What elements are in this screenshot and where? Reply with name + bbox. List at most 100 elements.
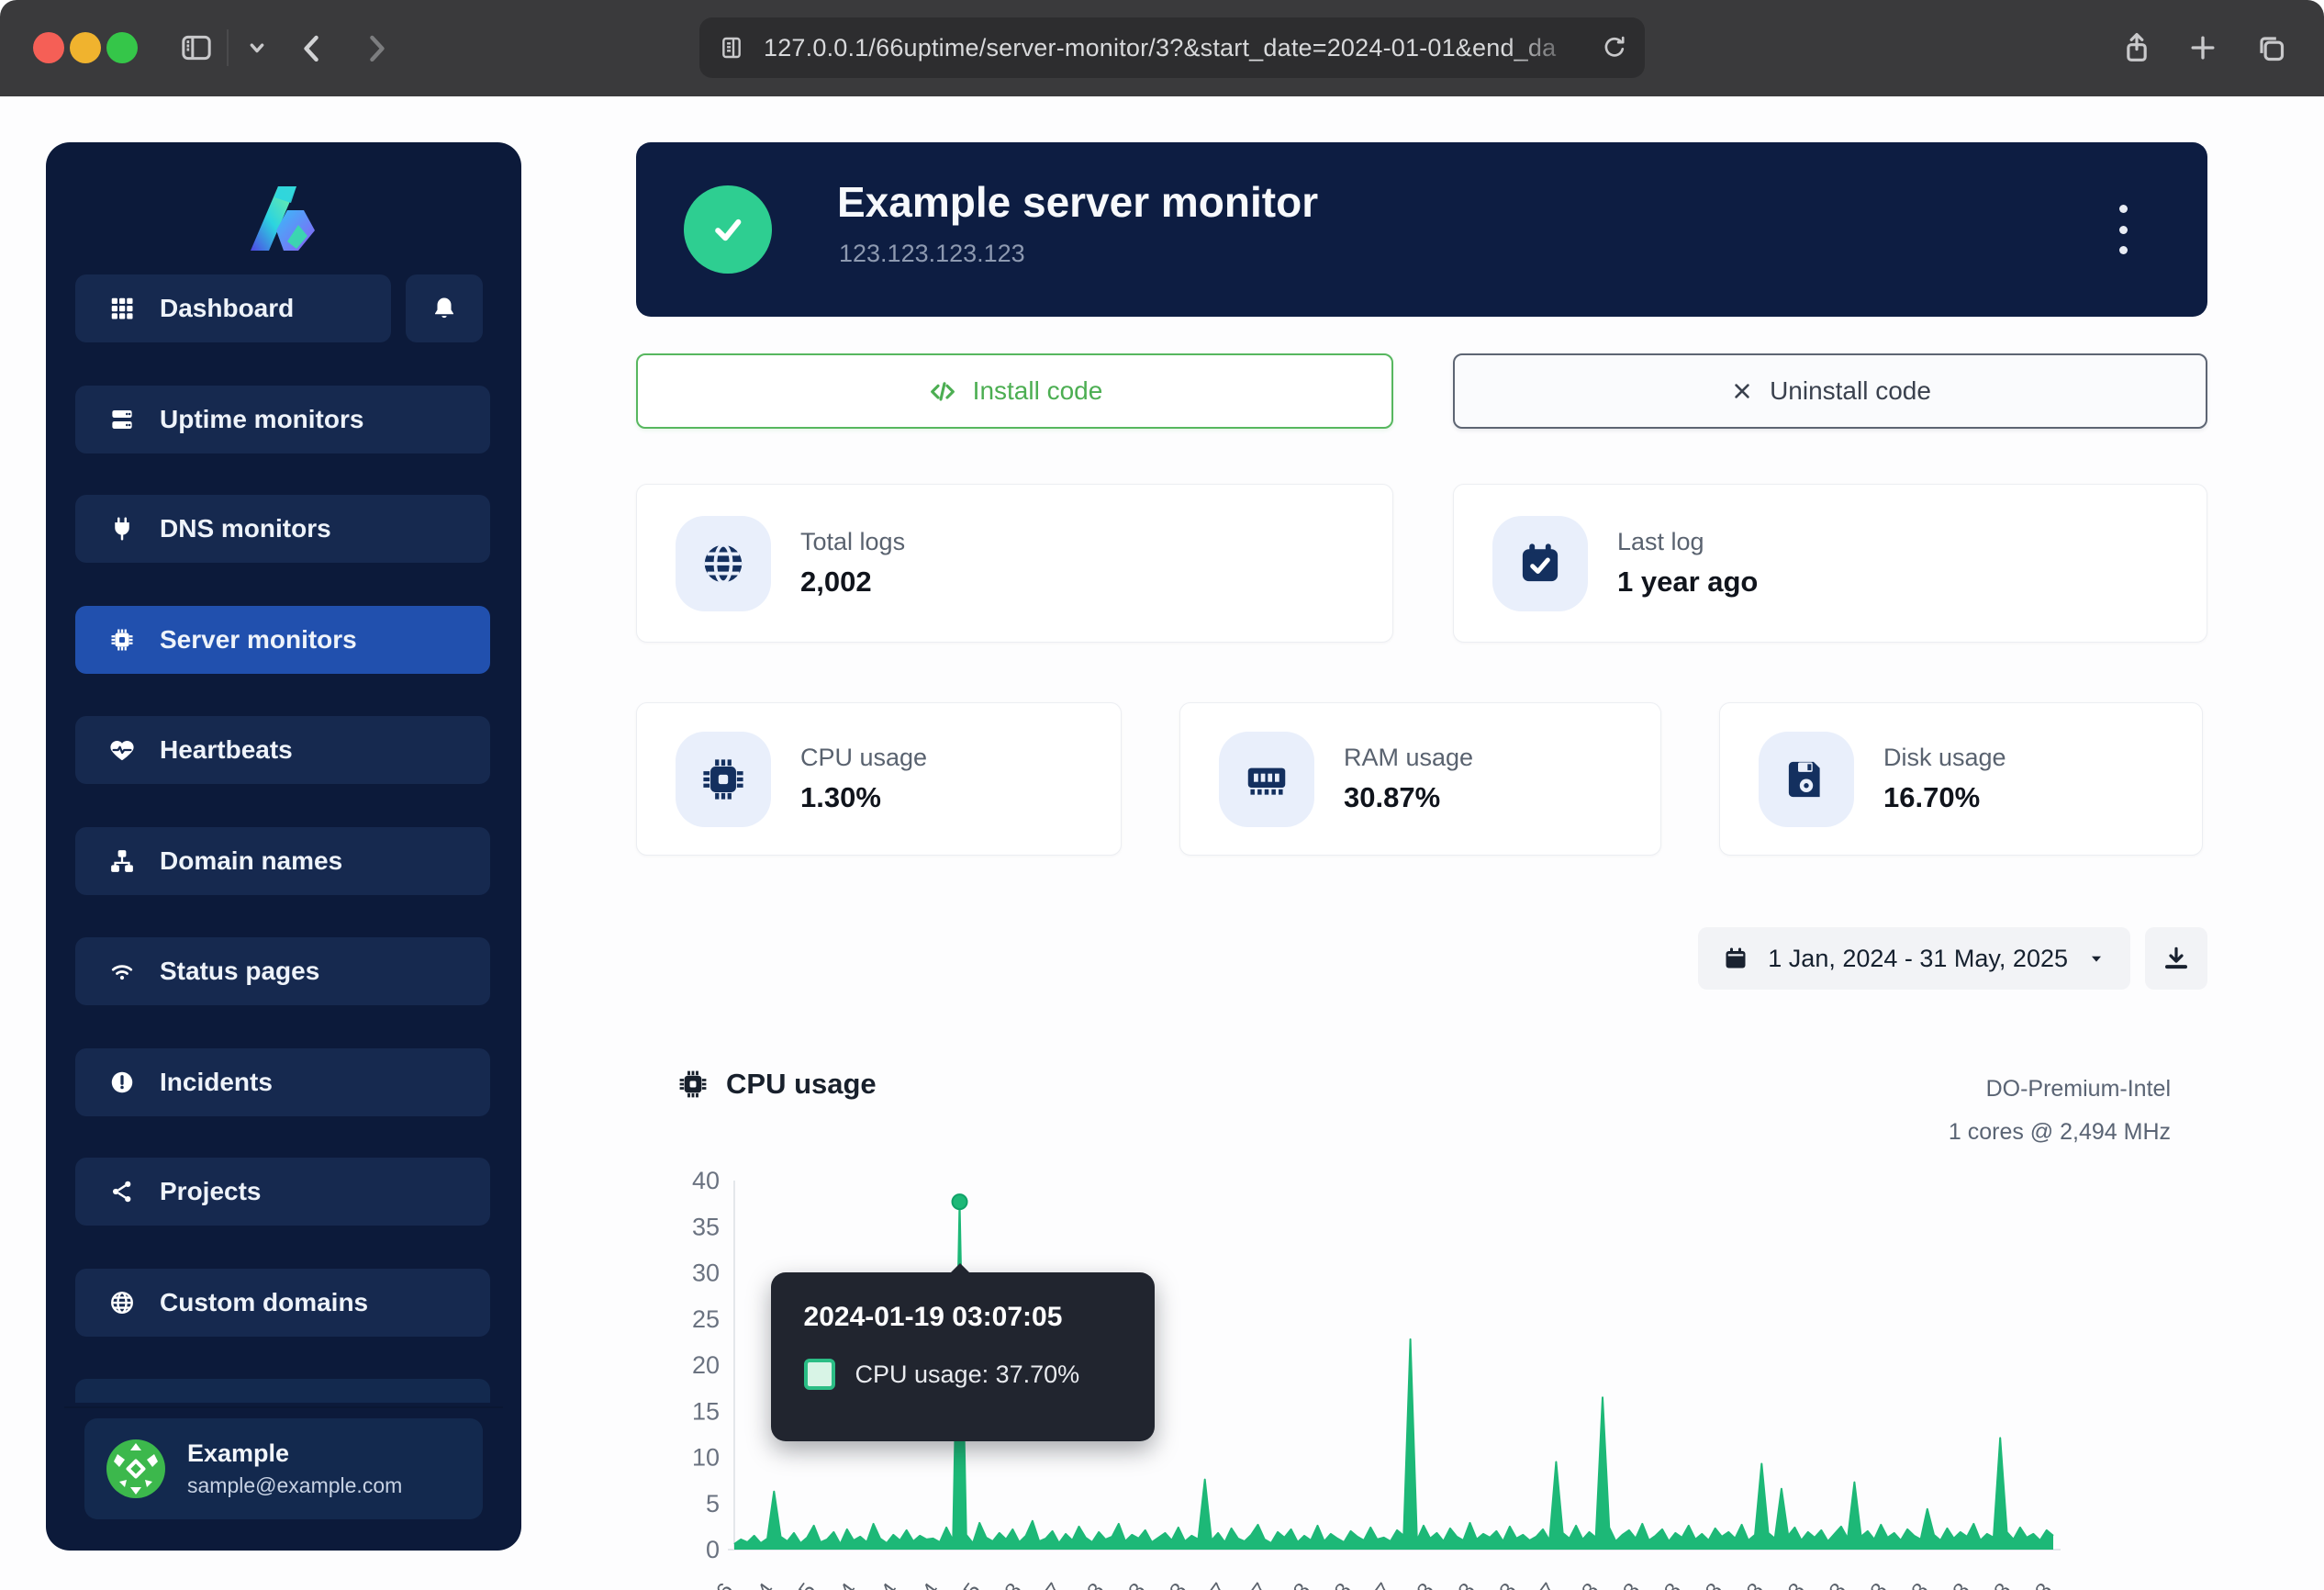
stat-label: CPU usage [800, 744, 927, 772]
svg-text:08: 08 [1157, 1579, 1192, 1590]
code-icon [927, 375, 958, 407]
tab-overview-icon[interactable] [2245, 22, 2296, 73]
screenshot-root: { "browser": { "url": "127.0.0.1/66uptim… [0, 0, 2324, 1590]
sidebar-item-dashboard[interactable]: Dashboard [75, 274, 391, 342]
sidebar-item-dns-monitors[interactable]: DNS monitors [75, 495, 490, 563]
svg-text:08: 08 [2023, 1579, 2058, 1590]
sidebar-item-label: Custom domains [160, 1288, 368, 1317]
stats-cards: Total logs 2,002 Last log 1 year ago [636, 484, 2207, 643]
monitor-header-card: Example server monitor 123.123.123.123 [636, 142, 2207, 317]
chart-toolbar: 1 Jan, 2024 - 31 May, 2025 [1698, 927, 2207, 990]
sidebar-item-label: Projects [160, 1177, 262, 1206]
date-range-picker[interactable]: 1 Jan, 2024 - 31 May, 2025 [1698, 927, 2130, 990]
chip-icon [108, 626, 136, 654]
heart-pulse-icon [108, 736, 136, 764]
svg-text:25: 25 [692, 1305, 720, 1333]
download-chart-button[interactable] [2145, 927, 2207, 990]
sidebar-item-server-monitors[interactable]: Server monitors [75, 606, 490, 674]
forward-button[interactable] [351, 22, 402, 73]
bell-icon [430, 295, 458, 322]
svg-text:16: 16 [704, 1579, 739, 1590]
svg-text:04: 04 [911, 1579, 945, 1590]
sidebar-item-domain-names[interactable]: Domain names [75, 827, 490, 895]
stat-label: Last log [1617, 528, 1758, 556]
status-up-badge [684, 185, 772, 274]
tooltip-arrow [947, 1250, 973, 1276]
sidebar-item-projects[interactable]: Projects [75, 1158, 490, 1226]
memory-icon [1219, 732, 1314, 827]
svg-text:10: 10 [692, 1444, 720, 1472]
svg-text:08: 08 [1735, 1579, 1770, 1590]
hard-drive-icon [1759, 732, 1854, 827]
svg-text:08: 08 [1488, 1579, 1523, 1590]
app-logo [230, 170, 337, 266]
reload-icon[interactable] [1584, 22, 1645, 73]
svg-text:08: 08 [1116, 1579, 1151, 1590]
globe-icon [676, 516, 771, 611]
install-code-button[interactable]: Install code [636, 353, 1393, 429]
uninstall-code-button[interactable]: Uninstall code [1453, 353, 2207, 429]
monitor-ip: 123.123.123.123 [839, 240, 1025, 268]
svg-text:07: 07 [1034, 1579, 1069, 1590]
wifi-icon [108, 957, 136, 985]
stat-label: RAM usage [1344, 744, 1473, 772]
svg-text:08: 08 [1982, 1579, 2017, 1590]
stat-label: Total logs [800, 528, 905, 556]
calendar-check-icon [1492, 516, 1588, 611]
chevron-down-icon[interactable] [231, 22, 283, 73]
usage-cards: CPU usage 1.30% RAM usage 30.87% Disk [636, 702, 2203, 856]
stat-value: 2,002 [800, 565, 905, 599]
sidebar-item-status-pages[interactable]: Status pages [75, 937, 490, 1005]
sidebar-item-incidents[interactable]: Incidents [75, 1048, 490, 1116]
window-zoom-button[interactable] [106, 32, 138, 63]
caret-down-icon [2086, 948, 2106, 969]
window-close-button[interactable] [33, 32, 64, 63]
series-swatch [804, 1359, 835, 1390]
sidebar-item-custom-domains[interactable]: Custom domains [75, 1269, 490, 1337]
svg-text:07: 07 [1364, 1579, 1399, 1590]
svg-text:08: 08 [1447, 1579, 1481, 1590]
cpu-chip-icon [676, 732, 771, 827]
back-button[interactable] [286, 22, 338, 73]
svg-text:08: 08 [1570, 1579, 1604, 1590]
user-menu[interactable]: Example sample@example.com [84, 1418, 483, 1519]
sidebar-divider [64, 1406, 503, 1408]
sidebar-toggle-icon[interactable] [171, 22, 222, 73]
svg-text:08: 08 [1611, 1579, 1646, 1590]
sidebar: Dashboard Uptime monitors DNS monitors S… [46, 142, 521, 1551]
chrome-divider [227, 29, 229, 66]
svg-text:07: 07 [1199, 1579, 1234, 1590]
svg-text:07: 07 [1528, 1579, 1563, 1590]
uninstall-code-label: Uninstall code [1770, 376, 1931, 406]
user-name: Example [187, 1439, 402, 1468]
sidebar-item-partial[interactable] [75, 1379, 490, 1403]
svg-text:08: 08 [1900, 1579, 1935, 1590]
page-title: Example server monitor [837, 177, 1318, 227]
svg-text:08: 08 [993, 1579, 1028, 1590]
svg-text:08: 08 [1652, 1579, 1687, 1590]
svg-text:15: 15 [692, 1397, 720, 1425]
cpu-usage-chart[interactable]: 0510152025303540 16040504040405080708080… [636, 1037, 2207, 1590]
avatar [106, 1439, 165, 1498]
highlight-point [953, 1194, 967, 1209]
user-email: sample@example.com [187, 1473, 402, 1498]
kebab-menu-button[interactable] [2105, 199, 2141, 260]
new-tab-icon[interactable] [2177, 22, 2229, 73]
svg-text:0: 0 [706, 1536, 720, 1563]
address-bar[interactable]: 127.0.0.1/66uptime/server-monitor/3?&sta… [699, 17, 1645, 78]
window-minimize-button[interactable] [70, 32, 101, 63]
last-log-card: Last log 1 year ago [1453, 484, 2207, 643]
grid-icon [108, 295, 136, 322]
stat-value: 1 year ago [1617, 565, 1758, 599]
sidebar-item-uptime-monitors[interactable]: Uptime monitors [75, 386, 490, 453]
globe-icon [108, 1289, 136, 1316]
x-icon [1729, 378, 1755, 404]
share-icon[interactable] [2111, 22, 2162, 73]
sidebar-item-label: DNS monitors [160, 514, 331, 543]
install-code-label: Install code [973, 376, 1103, 406]
svg-text:08: 08 [1323, 1579, 1358, 1590]
stat-value: 16.70% [1883, 781, 2006, 814]
sidebar-item-label: Domain names [160, 846, 342, 876]
sidebar-item-heartbeats[interactable]: Heartbeats [75, 716, 490, 784]
notifications-button[interactable] [406, 274, 483, 342]
